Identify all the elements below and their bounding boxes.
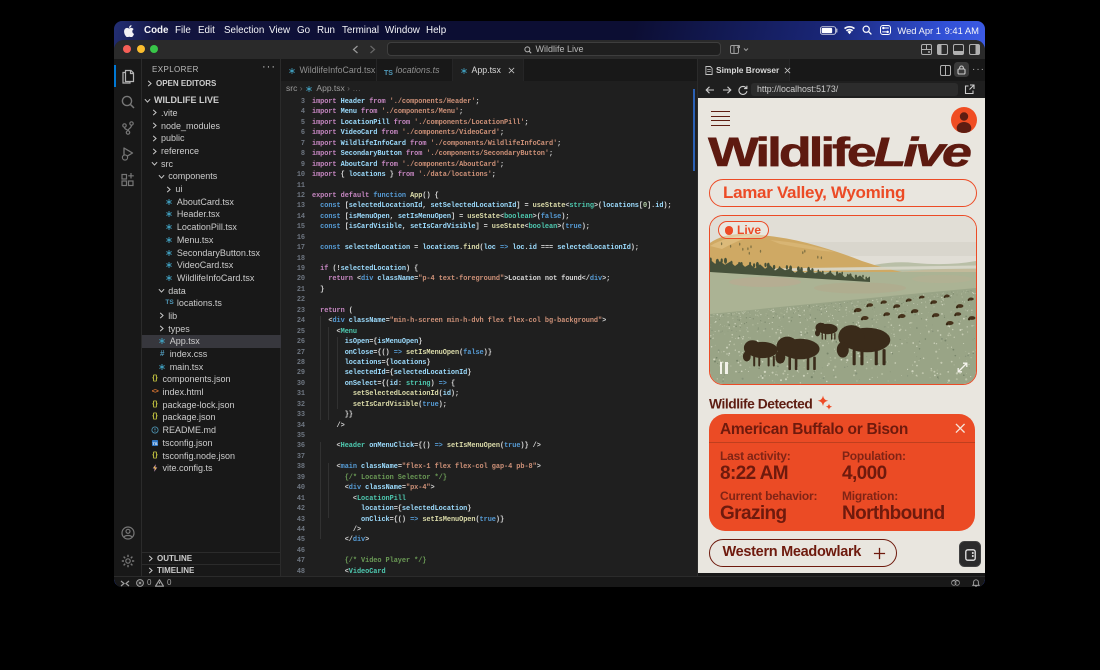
svg-text:TS: TS <box>152 441 157 446</box>
